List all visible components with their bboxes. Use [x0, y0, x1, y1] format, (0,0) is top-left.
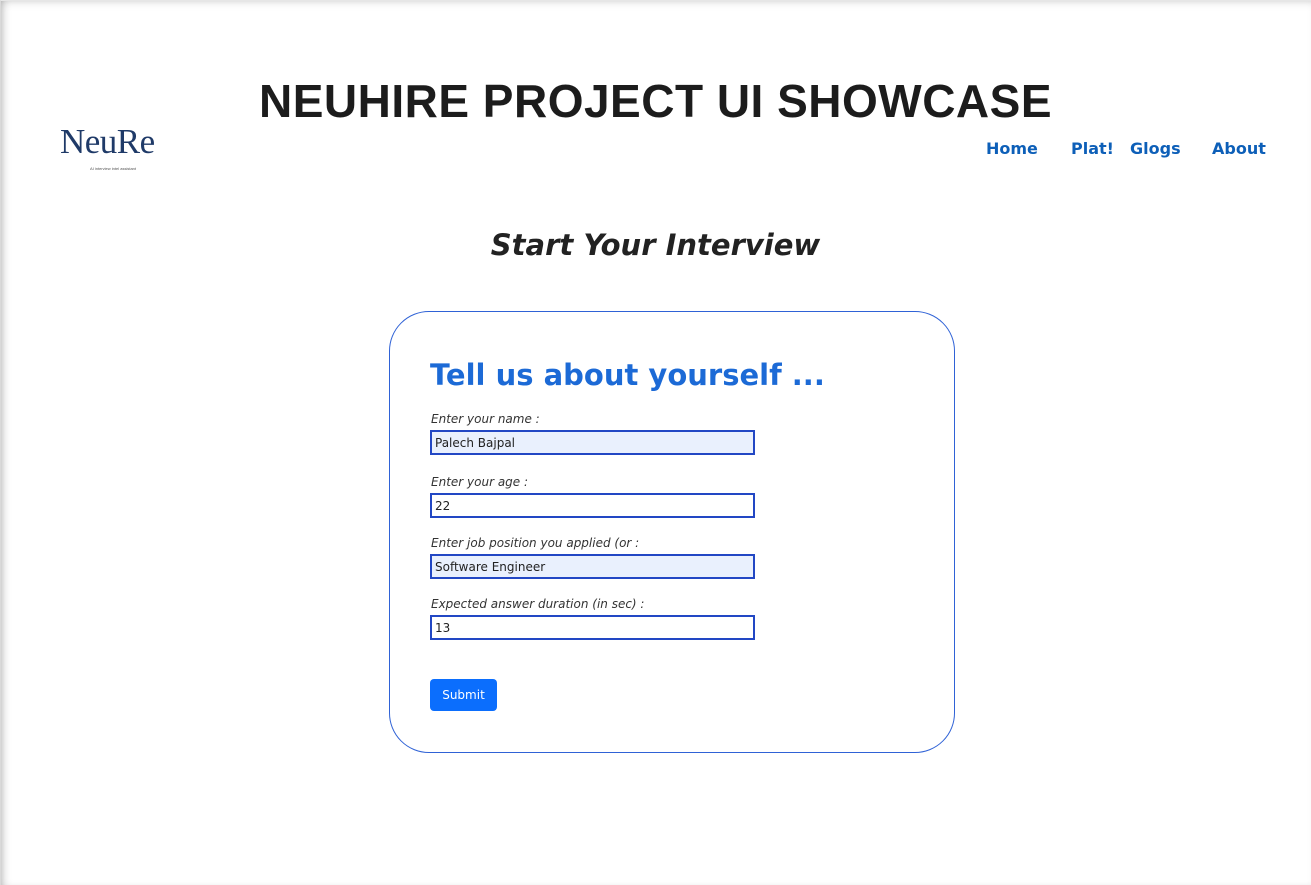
nav-link-home[interactable]: Home — [986, 139, 1038, 158]
form-title: Tell us about yourself ... — [430, 358, 825, 392]
showcase-title: NEUHIRE PROJECT UI SHOWCASE — [258, 75, 1053, 127]
answer-duration-input[interactable] — [430, 615, 755, 640]
name-input[interactable] — [430, 430, 755, 455]
top-nav: Home Plat! Glogs About — [0, 139, 1311, 163]
page-heading: Start Your Interview — [490, 228, 821, 262]
nav-link-about[interactable]: About — [1212, 139, 1266, 158]
logo-tagline: AI interview intel assistant — [90, 166, 137, 171]
age-field-label: Enter your age : — [431, 475, 529, 489]
name-field-label: Enter your name : — [431, 412, 540, 426]
job-position-field-label: Enter job position you applied (or : — [431, 536, 640, 550]
nav-link-platform[interactable]: Plat! — [1071, 139, 1114, 158]
nav-link-blogs[interactable]: Glogs — [1130, 139, 1181, 158]
interview-form-card: Tell us about yourself ... Enter your na… — [389, 311, 955, 753]
submit-button[interactable]: Submit — [430, 679, 497, 711]
job-position-input[interactable] — [430, 554, 755, 579]
answer-duration-field-label: Expected answer duration (in sec) : — [431, 597, 645, 611]
age-input[interactable] — [430, 493, 755, 518]
